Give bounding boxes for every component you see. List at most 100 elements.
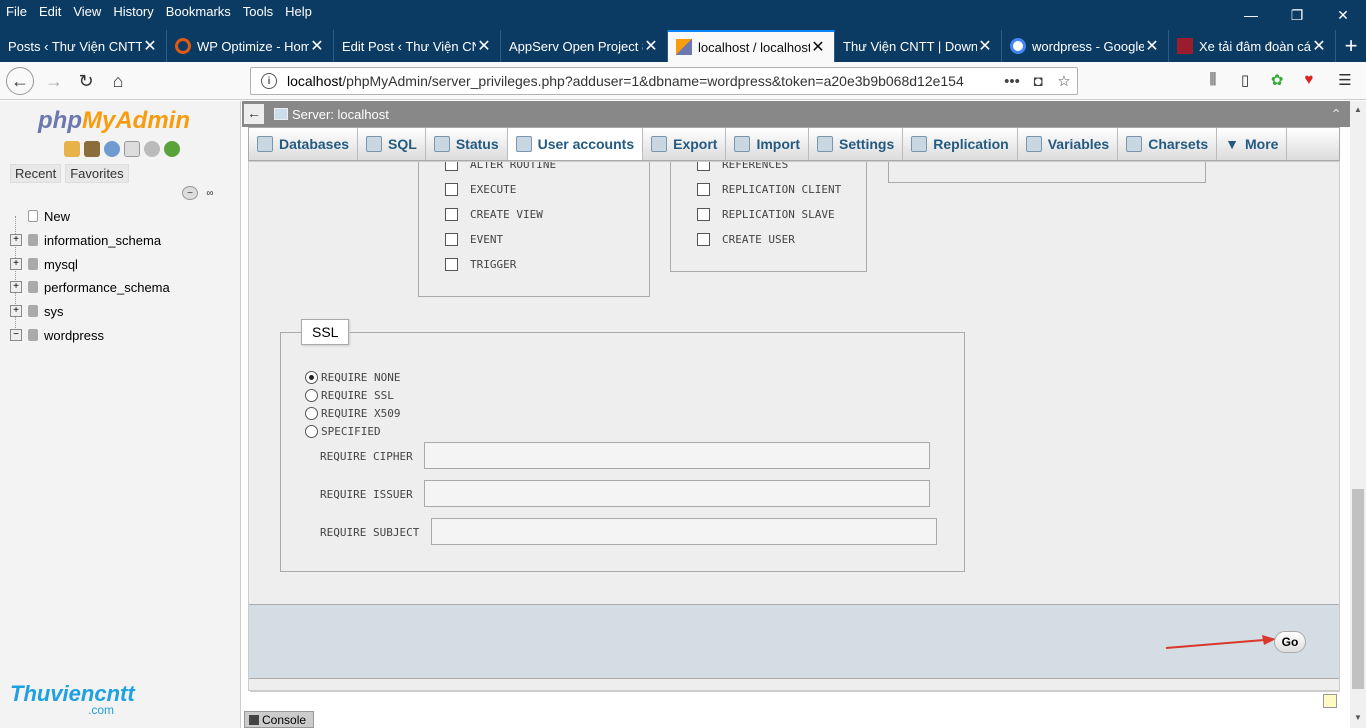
help-icon[interactable]	[104, 141, 120, 157]
docs-icon[interactable]	[124, 141, 140, 157]
bookmark-star-icon[interactable]: ☆	[1051, 72, 1077, 90]
privilege-row[interactable]: EXECUTE	[445, 177, 556, 202]
tree-item-new[interactable]: New	[28, 205, 70, 227]
scroll-up-icon[interactable]: ▲	[1354, 105, 1362, 114]
privilege-checkbox[interactable]	[445, 233, 458, 246]
collapse-sidebar-icon[interactable]: ←	[244, 104, 264, 124]
tree-item-wordpress[interactable]: − wordpress	[10, 324, 104, 346]
privilege-checkbox[interactable]	[697, 208, 710, 221]
sidebar-toggle-icon[interactable]: ▯	[1234, 71, 1256, 91]
recent-tab[interactable]: Recent	[10, 164, 62, 183]
console-tab[interactable]: Console	[244, 711, 314, 728]
menu-bookmarks[interactable]: Bookmarks	[166, 4, 231, 19]
browser-tab[interactable]: AppServ Open Project 8. ✕	[501, 30, 668, 62]
privilege-checkbox[interactable]	[697, 233, 710, 246]
tab-sql[interactable]: SQL	[358, 128, 426, 160]
tab-settings[interactable]: Settings	[809, 128, 904, 160]
privilege-checkbox[interactable]	[445, 162, 458, 171]
tab-close-icon[interactable]: ✕	[309, 36, 325, 56]
collapse-all-icon[interactable]: −	[182, 186, 198, 200]
note-icon[interactable]	[1323, 694, 1337, 708]
privilege-row[interactable]: EVENT	[445, 227, 556, 252]
extension-icon[interactable]: ✿	[1266, 71, 1288, 91]
minimize-icon[interactable]: —	[1228, 0, 1274, 30]
tab-close-icon[interactable]: ✕	[977, 36, 993, 56]
tab-import[interactable]: Import	[726, 128, 810, 160]
tab-status[interactable]: Status	[426, 128, 508, 160]
privilege-checkbox[interactable]	[697, 183, 710, 196]
close-window-icon[interactable]: ✕	[1320, 0, 1366, 30]
ssl-option-specified[interactable]: SPECIFIED	[305, 422, 400, 440]
require-cipher-input[interactable]	[424, 442, 930, 469]
vertical-scrollbar[interactable]: ▲ ▼	[1350, 101, 1366, 728]
tree-item-mysql[interactable]: + mysql	[10, 253, 78, 275]
logout-icon[interactable]	[84, 141, 100, 157]
ssl-option-require-x509[interactable]: REQUIRE X509	[305, 404, 400, 422]
scroll-down-icon[interactable]: ▼	[1354, 713, 1362, 722]
privilege-checkbox[interactable]	[697, 162, 710, 171]
privilege-row[interactable]: TRIGGER	[445, 252, 556, 277]
expand-icon[interactable]: +	[10, 281, 22, 293]
privilege-row[interactable]: ALTER ROUTINE	[445, 162, 556, 177]
tab-close-icon[interactable]: ✕	[476, 36, 492, 56]
ssl-option-require-ssl[interactable]: REQUIRE SSL	[305, 386, 400, 404]
home-icon[interactable]: ⌂	[104, 67, 132, 95]
collapse-top-icon[interactable]: ⌃	[1330, 106, 1342, 123]
forward-icon[interactable]: →	[40, 67, 68, 95]
go-button[interactable]: Go	[1274, 631, 1306, 653]
server-title[interactable]: Server: localhost	[292, 107, 389, 122]
tab-charsets[interactable]: Charsets	[1118, 128, 1218, 160]
phpmyadmin-logo[interactable]: phpMyAdmin	[38, 107, 190, 135]
require-subject-input[interactable]	[431, 518, 937, 545]
tab-close-icon[interactable]: ✕	[1144, 36, 1160, 56]
tree-item-performance-schema[interactable]: + performance_schema	[10, 276, 170, 298]
browser-tab[interactable]: Xe tải đâm đoàn các ✕	[1169, 30, 1336, 62]
back-icon[interactable]: ←	[6, 67, 34, 95]
home-icon[interactable]	[64, 141, 80, 157]
favorites-tab[interactable]: Favorites	[65, 164, 129, 183]
pocket-extension-icon[interactable]: ♥	[1298, 71, 1320, 91]
collapse-icon[interactable]: −	[10, 329, 22, 341]
privilege-checkbox[interactable]	[445, 258, 458, 271]
reload-icon[interactable]: ↻	[72, 67, 100, 95]
browser-tab[interactable]: wordpress - Google ✕	[1002, 30, 1169, 62]
tab-more[interactable]: ▼ More	[1217, 128, 1288, 160]
privilege-checkbox[interactable]	[445, 208, 458, 221]
privilege-row[interactable]: REFERENCES	[697, 162, 841, 177]
url-text[interactable]: localhost/phpMyAdmin/server_privileges.p…	[287, 73, 999, 89]
tab-close-icon[interactable]: ✕	[643, 36, 659, 56]
tree-item-information-schema[interactable]: + information_schema	[10, 229, 161, 251]
tab-close-icon[interactable]: ✕	[142, 36, 158, 56]
scrollbar-thumb[interactable]	[1352, 489, 1364, 689]
link-icon[interactable]: ∞	[202, 186, 218, 200]
url-bar[interactable]: i localhost/phpMyAdmin/server_privileges…	[250, 67, 1078, 95]
menu-file[interactable]: File	[6, 4, 27, 19]
tab-export[interactable]: Export	[643, 128, 727, 160]
browser-tab[interactable]: Posts ‹ Thư Viện CNTT | ✕	[0, 30, 167, 62]
expand-icon[interactable]: +	[10, 305, 22, 317]
restore-icon[interactable]: ❐	[1274, 0, 1320, 30]
browser-tab[interactable]: Thư Viện CNTT | Downlo ✕	[835, 30, 1002, 62]
settings-gear-icon[interactable]	[144, 141, 160, 157]
privilege-checkbox[interactable]	[445, 183, 458, 196]
require-issuer-input[interactable]	[424, 480, 930, 507]
radio-button[interactable]	[305, 370, 318, 384]
radio-button[interactable]	[305, 424, 318, 438]
pocket-icon[interactable]: ◘	[1025, 73, 1051, 90]
expand-icon[interactable]: +	[10, 234, 22, 246]
tab-databases[interactable]: Databases	[249, 128, 359, 160]
tab-close-icon[interactable]: ✕	[810, 37, 826, 57]
site-info-icon[interactable]: i	[261, 73, 277, 89]
menu-edit[interactable]: Edit	[39, 4, 61, 19]
privilege-row[interactable]: REPLICATION CLIENT	[697, 177, 841, 202]
library-icon[interactable]: ⫼	[1202, 71, 1224, 91]
reload-nav-icon[interactable]	[164, 141, 180, 157]
privilege-row[interactable]: REPLICATION SLAVE	[697, 202, 841, 227]
browser-tab-active[interactable]: localhost / localhost ✕	[668, 30, 835, 62]
tab-close-icon[interactable]: ✕	[1311, 36, 1327, 56]
expand-icon[interactable]: +	[10, 258, 22, 270]
menu-history[interactable]: History	[113, 4, 153, 19]
menu-tools[interactable]: Tools	[243, 4, 273, 19]
browser-tab[interactable]: WP Optimize - Hom ✕	[167, 30, 334, 62]
menu-help[interactable]: Help	[285, 4, 312, 19]
